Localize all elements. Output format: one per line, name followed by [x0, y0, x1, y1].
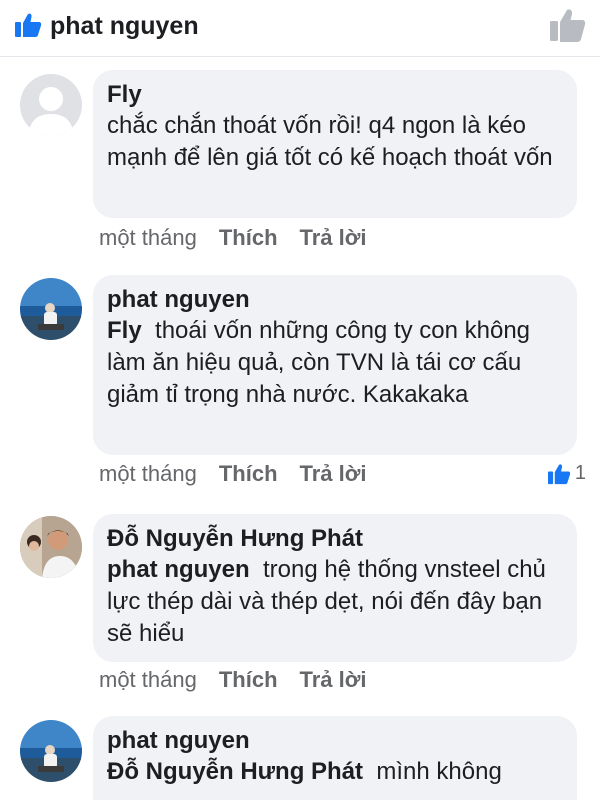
- comment-timestamp[interactable]: một tháng: [99, 667, 197, 692]
- reaction-count[interactable]: 1: [547, 462, 586, 485]
- reply-link[interactable]: Trả lời: [300, 667, 367, 692]
- comment-text: chắc chắn thoát vốn rồi! q4 ngon là kéo …: [107, 112, 553, 171]
- like-link[interactable]: Thích: [219, 667, 278, 692]
- comment-bubble: Fly chắc chắn thoát vốn rồi! q4 ngon là …: [93, 70, 577, 218]
- comment-actions: một tháng Thích Trả lời: [99, 224, 389, 252]
- thumbs-up-icon: [15, 13, 42, 37]
- comment-bubble: phat nguyen Fly thoái vốn những công ty …: [93, 275, 577, 455]
- thumbs-up-icon: [547, 463, 571, 484]
- user-photo-avatar[interactable]: [20, 720, 82, 782]
- comment-text: Fly thoái vốn những công ty con không là…: [107, 315, 561, 411]
- comment-timestamp[interactable]: một tháng: [99, 225, 197, 250]
- comment-author[interactable]: phat nguyen: [107, 726, 561, 756]
- page-title: phat nguyen: [50, 12, 199, 40]
- comment-actions: một tháng Thích Trả lời: [99, 666, 389, 694]
- reply-link[interactable]: Trả lời: [300, 225, 367, 250]
- comment-body: mình không: [376, 758, 502, 785]
- comment-actions: một tháng Thích Trả lời: [99, 460, 389, 488]
- comment-bubble: Đỗ Nguyễn Hưng Phát phat nguyen trong hệ…: [93, 514, 577, 662]
- mention-tag[interactable]: Đỗ Nguyễn Hưng Phát: [107, 758, 363, 785]
- user-photo-avatar[interactable]: [20, 516, 82, 578]
- comment-text: Đỗ Nguyễn Hưng Phát mình không: [107, 756, 561, 788]
- like-button-icon[interactable]: [548, 7, 586, 43]
- header: phat nguyen: [0, 0, 600, 57]
- user-photo-avatar[interactable]: [20, 278, 82, 340]
- mention-tag[interactable]: phat nguyen: [107, 556, 250, 583]
- mention-tag[interactable]: Fly: [107, 317, 142, 344]
- comment-text: phat nguyen trong hệ thống vnsteel chủ l…: [107, 554, 561, 650]
- comment-bubble: phat nguyen Đỗ Nguyễn Hưng Phát mình khô…: [93, 716, 577, 800]
- comment-author[interactable]: phat nguyen: [107, 285, 561, 315]
- reply-link[interactable]: Trả lời: [300, 461, 367, 486]
- like-link[interactable]: Thích: [219, 225, 278, 250]
- default-avatar-icon[interactable]: [20, 74, 82, 136]
- comment-timestamp[interactable]: một tháng: [99, 461, 197, 486]
- comment-author[interactable]: Đỗ Nguyễn Hưng Phát: [107, 524, 561, 554]
- reaction-count-value: 1: [574, 462, 586, 484]
- like-link[interactable]: Thích: [219, 461, 278, 486]
- comment-author[interactable]: Fly: [107, 80, 561, 110]
- comment-body: thoái vốn những công ty con không làm ăn…: [107, 317, 531, 408]
